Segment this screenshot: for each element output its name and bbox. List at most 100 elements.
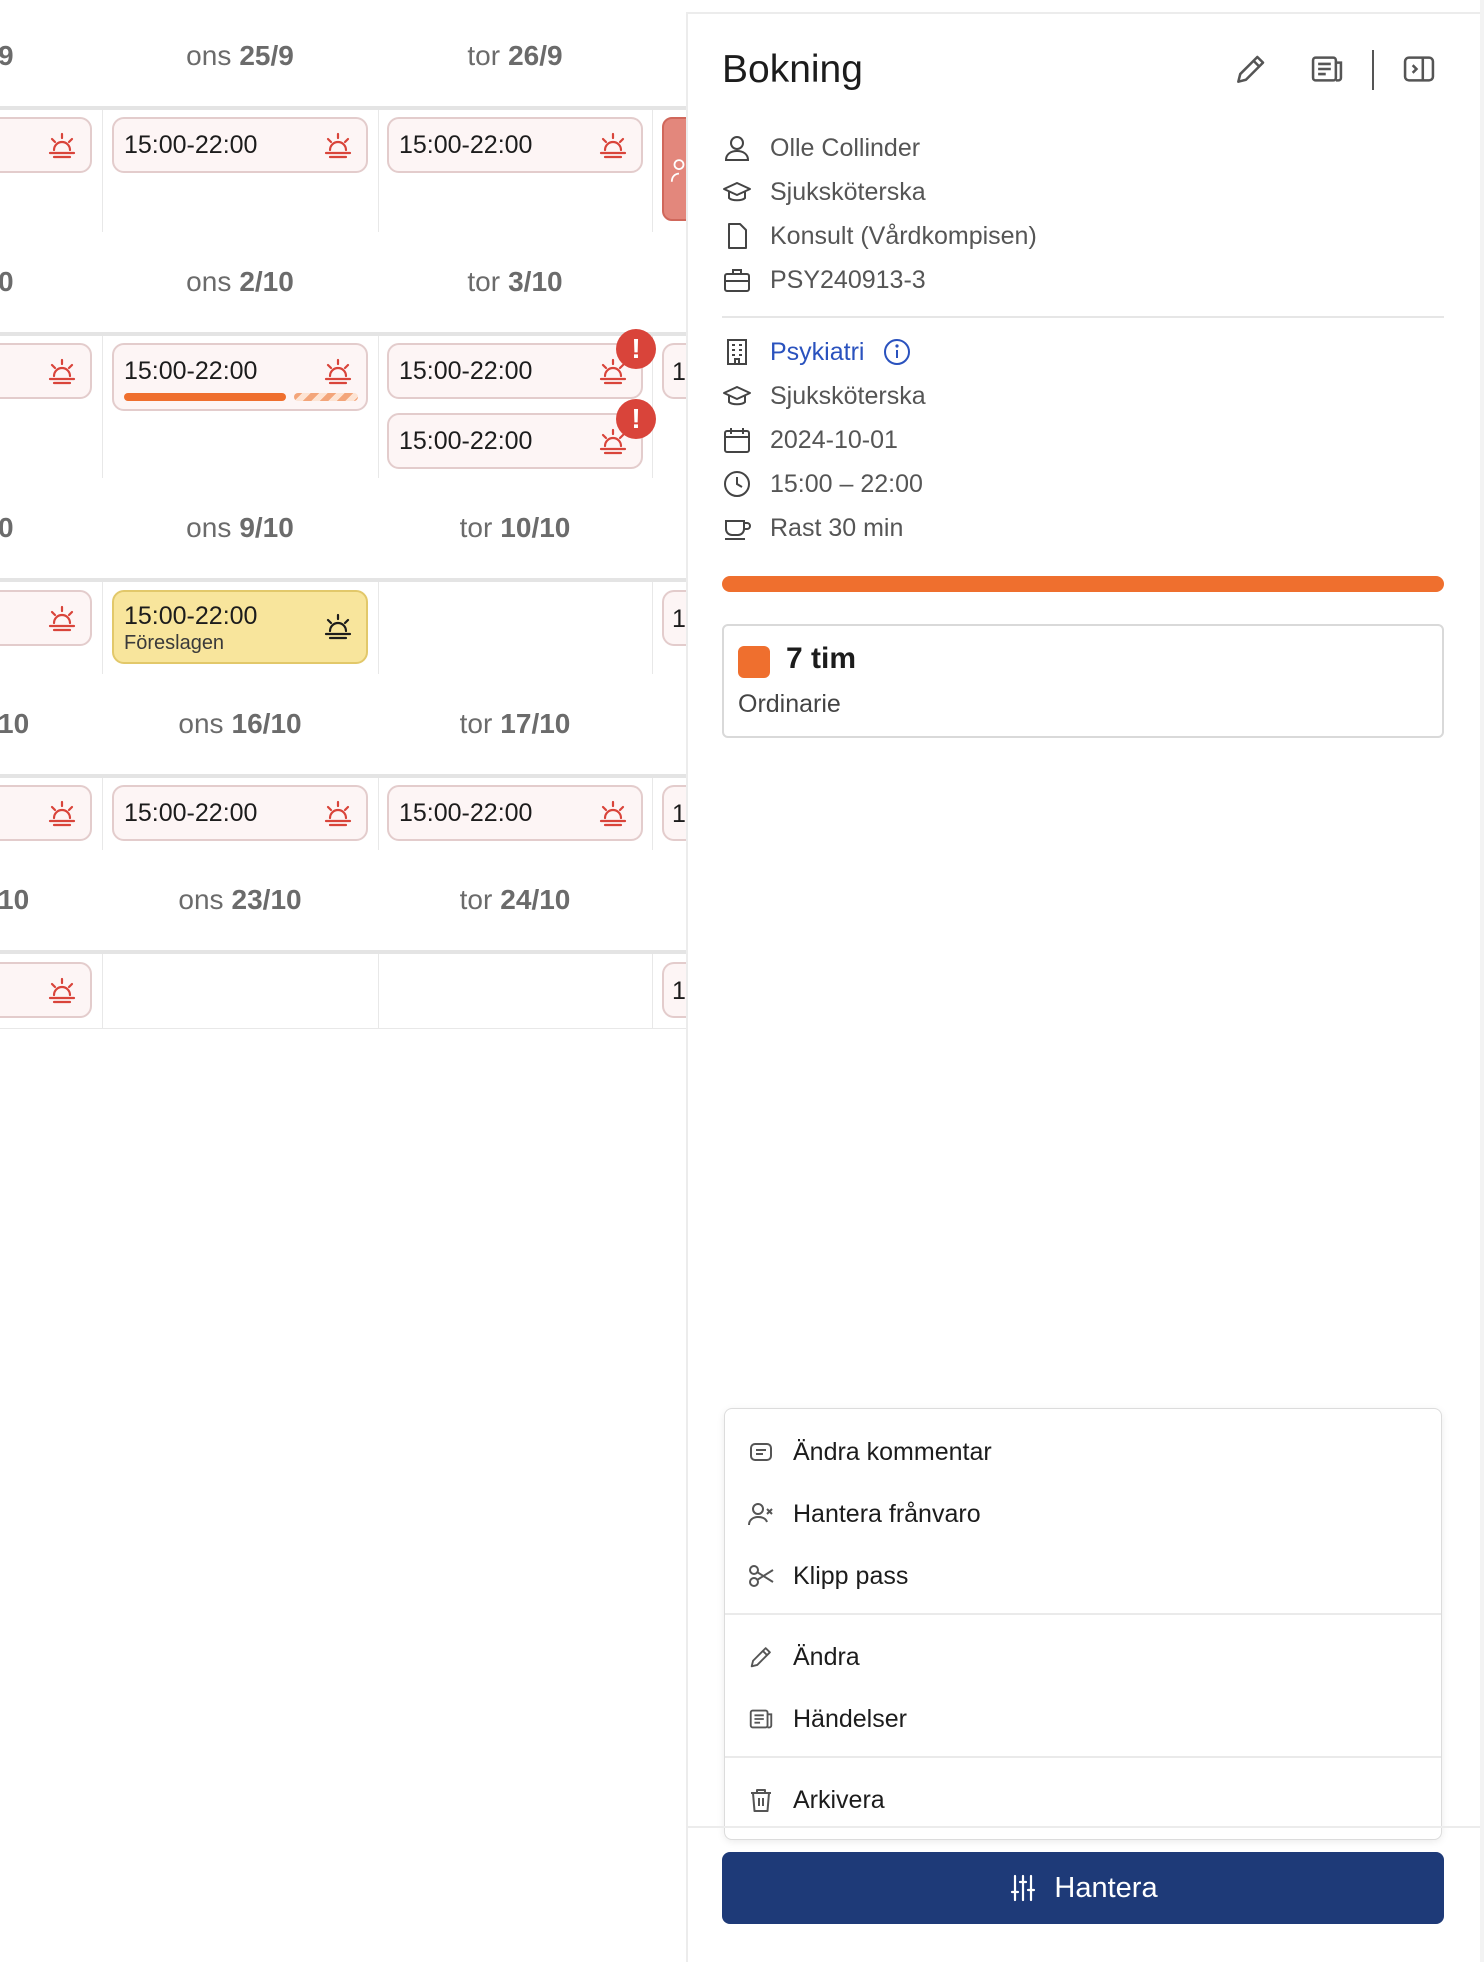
alert-icon[interactable]: !: [616, 329, 656, 369]
shift-card-partial[interactable]: [0, 343, 92, 399]
shift-time: 15:00-22:00: [399, 357, 533, 385]
shift-time: 15:00-22:00: [399, 427, 533, 455]
evening-shift-icon: [48, 977, 76, 1004]
shift-card-partial[interactable]: 1: [662, 785, 686, 841]
day-label-thu: tor 26/9: [467, 40, 563, 71]
user-icon: [670, 159, 685, 182]
shift-card-partial[interactable]: 1: [662, 962, 686, 1018]
person-name: Olle Collinder: [770, 133, 921, 162]
evening-shift-icon: [324, 613, 352, 640]
menu-item-label: Klipp pass: [793, 1561, 909, 1590]
booking-panel: Bokning Olle Collinder Sjuksköterska Kon…: [686, 12, 1480, 1962]
hours-amount: 7 tim: [786, 642, 857, 675]
shift-date: 2024-10-01: [770, 425, 898, 454]
break-row: Rast 30 min: [722, 508, 903, 548]
shift-card[interactable]: 15:00-22:00: [112, 117, 368, 173]
footer-divider: [688, 1826, 1480, 1828]
person-role: Sjuksköterska: [770, 177, 926, 206]
manage-button[interactable]: Hantera: [722, 1852, 1444, 1924]
pencil-icon[interactable]: [1232, 50, 1270, 88]
shift-card-partial[interactable]: [0, 962, 92, 1018]
evening-shift-icon: [48, 800, 76, 827]
shift-time: 15:00-22:00: [399, 131, 533, 159]
shift-card-partial-selected[interactable]: [662, 117, 686, 221]
menu-item-edit-comment[interactable]: Ändra kommentar: [725, 1427, 1441, 1477]
grid-bottom: [0, 1028, 686, 1029]
booked-progress-bar: [124, 393, 286, 401]
shift-card[interactable]: 15:00-22:00: [387, 117, 643, 173]
evening-shift-icon: [48, 605, 76, 632]
assignment-id: PSY240913-3: [770, 265, 926, 294]
day-label-thu: tor 3/10: [467, 266, 563, 297]
shift-card-booked[interactable]: 15:00-22:00: [112, 343, 368, 411]
shift-card-partial[interactable]: 1: [662, 590, 686, 646]
shift-time: 15:00-22:00: [399, 799, 533, 827]
graduation-cap-icon: [723, 182, 751, 202]
events-icon[interactable]: [1308, 50, 1346, 88]
hours-color-swatch: [738, 646, 770, 678]
menu-item-events[interactable]: Händelser: [725, 1694, 1441, 1744]
coffee-cup-icon: [725, 520, 751, 540]
unit-row: Psykiatri: [722, 332, 912, 372]
week-header: 10 ons 23/10 tor 24/10: [0, 850, 686, 954]
pencil-icon: [750, 1647, 771, 1668]
info-icon[interactable]: [882, 337, 912, 367]
manage-button-label: Hantera: [1054, 1871, 1158, 1904]
briefcase-icon: [724, 269, 750, 292]
evening-shift-icon: [599, 800, 627, 827]
shift-card[interactable]: 15:00-22:00: [387, 785, 643, 841]
hours-type: Ordinarie: [738, 690, 841, 718]
day-label-wed: ons 16/10: [178, 708, 302, 739]
menu-item-label: Hantera frånvaro: [793, 1499, 981, 1528]
shift-card-partial[interactable]: [0, 590, 92, 646]
shift-card-suggested[interactable]: 15:00-22:00 Föreslagen: [112, 590, 368, 664]
shift-card-partial[interactable]: 1: [662, 343, 686, 399]
prev-date: 10: [0, 708, 30, 739]
menu-item-label: Ändra: [793, 1642, 860, 1671]
shift-card-partial[interactable]: [0, 785, 92, 841]
contract-type: Konsult (Vårdkompisen): [770, 221, 1037, 250]
events-icon: [749, 1709, 773, 1729]
day-label-thu: tor 10/10: [459, 512, 571, 543]
menu-item-cut-shift[interactable]: Klipp pass: [725, 1551, 1441, 1601]
shift-time: 15:00-22:00: [124, 131, 258, 159]
booking-progress-bar: [722, 576, 1444, 592]
shift-card[interactable]: 15:00-22:00: [387, 343, 643, 399]
toolbar-divider: [1372, 50, 1374, 90]
time-row: 15:00 – 22:00: [722, 464, 923, 504]
menu-item-edit[interactable]: Ändra: [725, 1632, 1441, 1682]
shift-card-partial[interactable]: [0, 117, 92, 173]
shift-role-row: Sjuksköterska: [722, 376, 926, 416]
prev-date: 0: [0, 512, 14, 543]
alert-icon[interactable]: !: [616, 399, 656, 439]
date-row: 2024-10-01: [722, 420, 898, 460]
shift-card[interactable]: 15:00-22:00: [112, 785, 368, 841]
shift-role: Sjuksköterska: [770, 381, 926, 410]
prev-date: 10: [0, 884, 30, 915]
sliders-icon: [1011, 1874, 1036, 1902]
menu-item-manage-absence[interactable]: Hantera frånvaro: [725, 1489, 1441, 1539]
week-header: 10 ons 16/10 tor 17/10: [0, 674, 686, 778]
shift-time-range: 15:00 – 22:00: [770, 469, 923, 498]
shift-card[interactable]: 15:00-22:00: [387, 413, 643, 469]
clock-icon: [724, 471, 750, 497]
evening-shift-icon: [48, 132, 76, 159]
day-label-thu: tor 17/10: [459, 708, 571, 739]
menu-item-label: Händelser: [793, 1704, 907, 1733]
graduation-cap-icon: [723, 386, 751, 406]
hours-card: 7 tim Ordinarie: [722, 624, 1444, 738]
unit-link[interactable]: Psykiatri: [770, 338, 864, 367]
shift-status: Föreslagen: [124, 632, 225, 654]
person-name-row: Olle Collinder: [722, 128, 920, 168]
person-role-row: Sjuksköterska: [722, 172, 926, 212]
menu-item-label: Arkivera: [793, 1785, 885, 1814]
day-label-wed: ons 2/10: [186, 266, 294, 297]
day-label-wed: ons 9/10: [186, 512, 294, 543]
comment-icon: [750, 1443, 772, 1461]
collapse-panel-icon[interactable]: [1400, 50, 1438, 88]
week-header: 0 ons 9/10 tor 10/10: [0, 478, 686, 582]
shift-time: 15:00-22:00: [124, 357, 258, 385]
evening-shift-icon: [48, 358, 76, 385]
prev-date: 9: [0, 40, 14, 71]
menu-item-archive[interactable]: Arkivera: [725, 1775, 1441, 1825]
